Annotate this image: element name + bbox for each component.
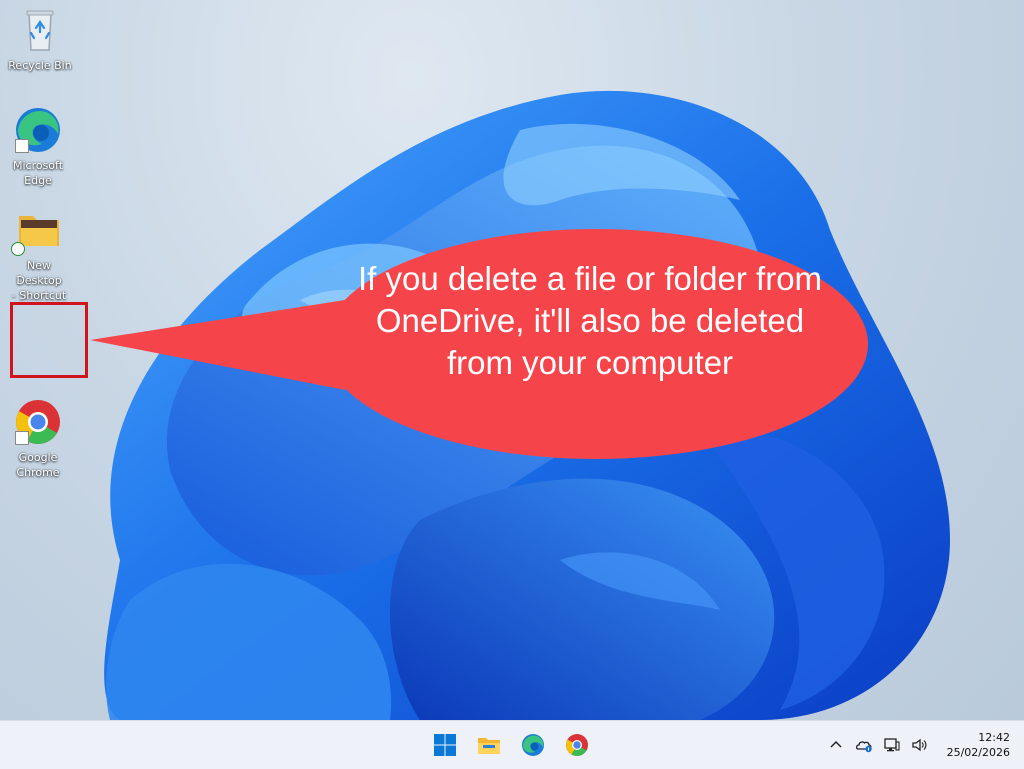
clock-time: 12:42: [978, 731, 1010, 744]
windows-start-icon: [434, 734, 456, 756]
chrome-icon: [566, 734, 588, 756]
taskbar-file-explorer[interactable]: [472, 729, 506, 761]
taskbar-chrome[interactable]: [560, 729, 594, 761]
clock-date: 25/02/2026: [946, 746, 1010, 759]
edge-icon: [522, 734, 544, 756]
show-hidden-icons-button[interactable]: [827, 736, 845, 754]
file-explorer-icon: [478, 738, 500, 754]
system-tray: 12:42 25/02/2026: [827, 729, 1010, 761]
taskbar: 12:42 25/02/2026: [0, 720, 1024, 769]
taskbar-edge[interactable]: [516, 729, 550, 761]
clock[interactable]: 12:42 25/02/2026: [947, 730, 1010, 760]
speaker-icon: [911, 738, 927, 752]
desktop[interactable]: Recycle Bin Microsoft Edge New Desktop -…: [0, 0, 1024, 720]
volume-tray-button[interactable]: [911, 736, 929, 754]
start-button[interactable]: [428, 729, 462, 761]
chevron-up-icon: [830, 740, 842, 748]
network-icon: [883, 738, 900, 752]
onedrive-icon: [855, 741, 872, 753]
network-tray-button[interactable]: [883, 736, 901, 754]
onedrive-tray-button[interactable]: [855, 736, 873, 754]
taskbar-apps: [428, 729, 594, 761]
callout-text: If you delete a file or folder from OneD…: [357, 260, 823, 381]
